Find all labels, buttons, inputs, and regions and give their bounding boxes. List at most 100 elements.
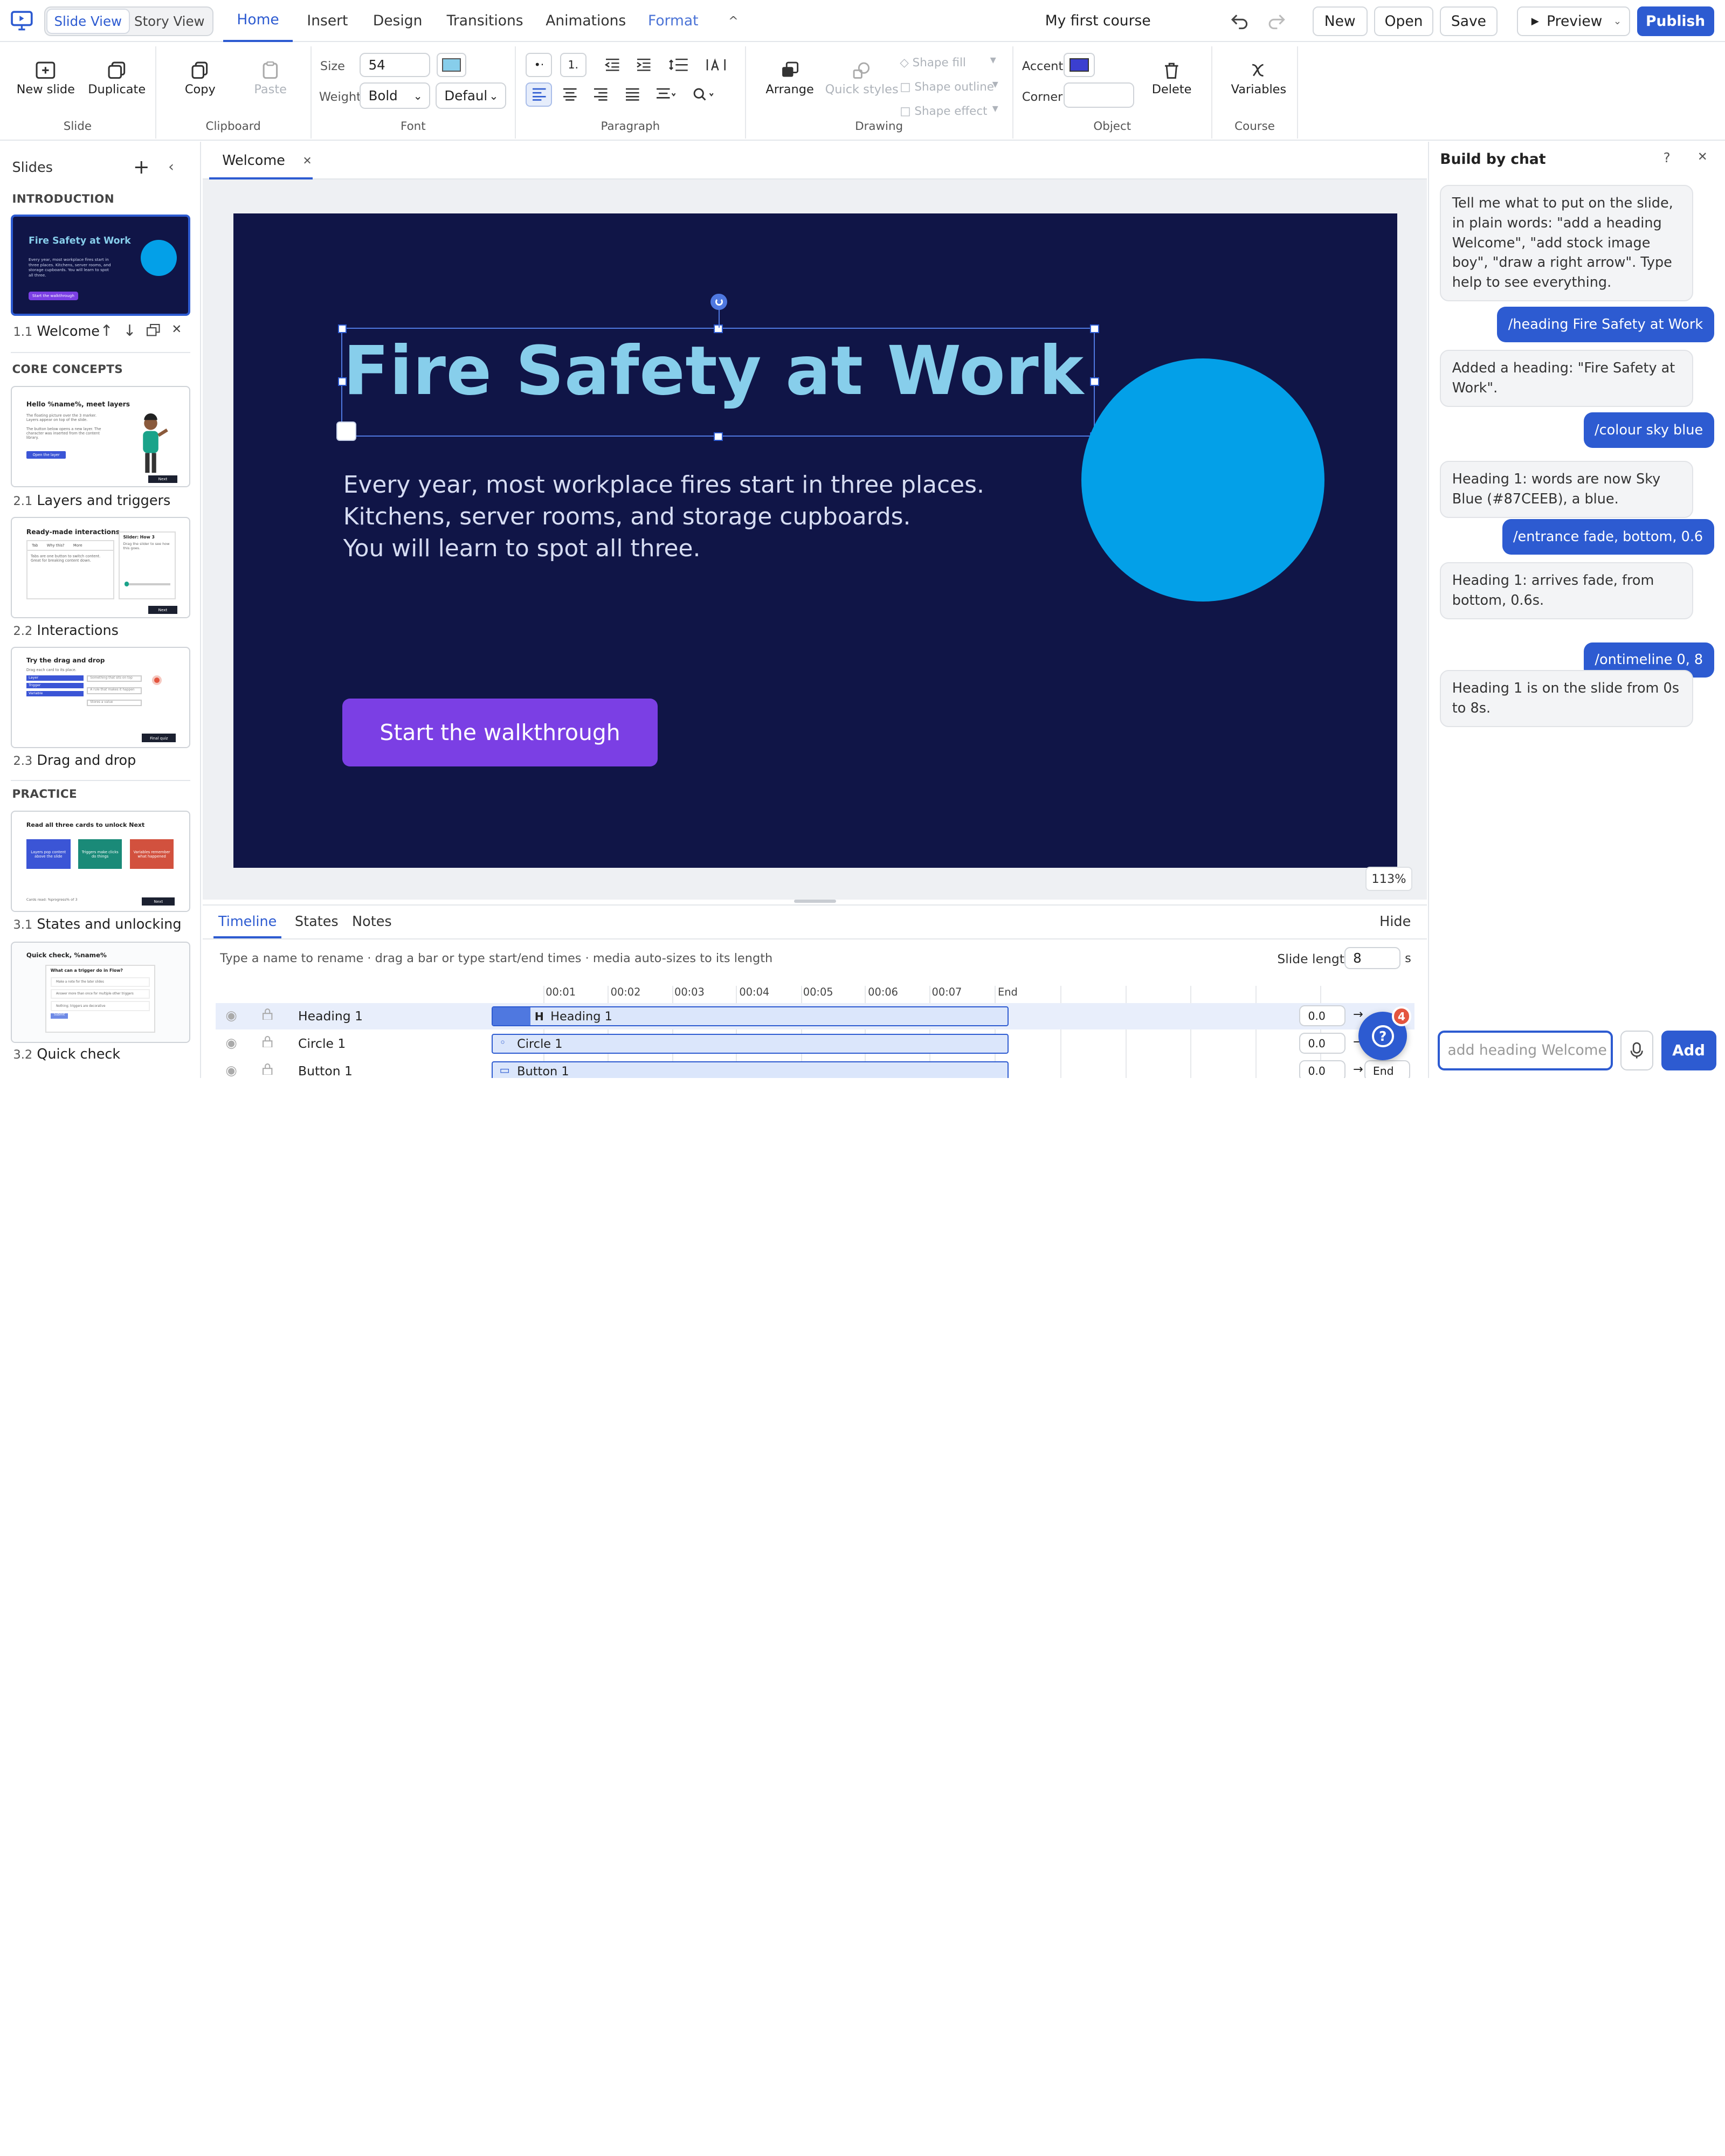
resize-handle[interactable] (1090, 377, 1099, 386)
arrange-button[interactable]: Arrange (765, 61, 814, 96)
tab-insert[interactable]: Insert (307, 0, 348, 42)
slide-thumb-quick-check[interactable]: Quick check, %name% What can a trigger d… (11, 941, 191, 1043)
slide-label-welcome[interactable]: 1.1 Welcome (13, 323, 100, 340)
slide-label-quick-check[interactable]: 3.2 Quick check (13, 1046, 120, 1062)
numbered-list-button[interactable]: 1. (560, 52, 586, 77)
shape-outline-button[interactable]: □ Shape outline ▼ (900, 80, 998, 94)
layer-name[interactable]: Button 1 (298, 1063, 353, 1078)
hide-timeline-button[interactable]: Hide (1379, 906, 1411, 938)
lock-icon[interactable] (262, 1062, 273, 1078)
slide-label-drag-drop[interactable]: 2.3 Drag and drop (13, 752, 136, 769)
find-icon[interactable] (690, 82, 716, 107)
lock-icon[interactable] (262, 1035, 273, 1051)
end-time-input[interactable]: End (1364, 1060, 1411, 1078)
collapse-panel-icon[interactable]: ‹ (168, 158, 174, 175)
vertical-align-icon[interactable] (652, 82, 679, 107)
layer-name[interactable]: Circle 1 (298, 1036, 346, 1051)
preview-button[interactable]: ▶ Preview ⌄ (1517, 6, 1631, 37)
add-button[interactable]: Add (1661, 1031, 1716, 1070)
close-icon[interactable]: ✕ (303, 154, 312, 167)
align-left-icon[interactable] (526, 82, 553, 107)
collapse-ribbon-icon[interactable]: ^ (728, 0, 739, 42)
indent-increase-icon[interactable] (630, 53, 657, 77)
resize-handle[interactable] (337, 324, 347, 334)
slide-thumb-welcome[interactable]: Fire Safety at Work Every year, most wor… (11, 214, 191, 316)
help-icon[interactable]: ? (1664, 150, 1671, 165)
timeline-row-button[interactable]: ◉ Button 1 ▭ Button 1 0.0 → End (216, 1058, 1414, 1078)
shape-effect-button[interactable]: □ Shape effect ▼ (900, 105, 998, 118)
slide-thumb-drag-drop[interactable]: Try the drag and drop Drag each card to … (11, 646, 191, 748)
slide-thumb-layers[interactable]: Hello %name%, meet layers The floating p… (11, 386, 191, 488)
tab-notes[interactable]: Notes (352, 906, 392, 938)
line-spacing-icon[interactable] (666, 53, 692, 77)
resize-grip[interactable] (794, 900, 836, 903)
align-justify-icon[interactable] (619, 82, 646, 107)
tab-format[interactable]: Format (648, 0, 698, 42)
eye-icon[interactable]: ◉ (225, 1007, 237, 1023)
slide-thumb-states[interactable]: Read all three cards to unlock Next Laye… (11, 811, 191, 912)
slide-label-layers[interactable]: 2.1 Layers and triggers (13, 493, 170, 509)
slide-label-interactions[interactable]: 2.2 Interactions (13, 623, 118, 639)
accent-color-picker[interactable] (1064, 52, 1095, 77)
lock-icon[interactable] (262, 1007, 273, 1024)
new-slide-button[interactable]: New slide (17, 61, 75, 96)
slide-button[interactable]: Start the walkthrough (342, 698, 658, 767)
new-button[interactable]: New (1312, 6, 1368, 37)
slide-body[interactable]: Every year, most workplace fires start i… (343, 469, 984, 564)
move-down-icon[interactable]: ↓ (123, 321, 136, 340)
slide-view-toggle[interactable]: Slide View (47, 10, 129, 33)
rotate-handle-icon[interactable] (710, 293, 727, 310)
variables-button[interactable]: Variables (1231, 61, 1286, 96)
duplicate-slide-icon[interactable] (146, 323, 161, 340)
timeline-row-circle[interactable]: ◉ Circle 1 ◦ Circle 1 0.0 → (216, 1031, 1414, 1057)
eye-icon[interactable]: ◉ (225, 1035, 237, 1051)
character-spacing-icon[interactable] (703, 53, 729, 77)
start-time-input[interactable]: 0.0 (1299, 1005, 1346, 1026)
start-time-input[interactable]: 0.0 (1299, 1060, 1346, 1078)
layer-name[interactable]: Heading 1 (298, 1008, 363, 1024)
save-button[interactable]: Save (1440, 6, 1498, 37)
font-family-select[interactable]: Defaul ⌄ (436, 82, 506, 109)
delete-button[interactable]: Delete (1152, 61, 1191, 96)
end-arrow[interactable]: → (1353, 1007, 1363, 1021)
tab-design[interactable]: Design (373, 0, 423, 42)
close-icon[interactable]: ✕ (1698, 150, 1708, 164)
resize-handle[interactable] (714, 432, 723, 441)
font-size-input[interactable]: 54 (360, 52, 430, 77)
align-center-icon[interactable] (557, 82, 583, 107)
timeline-bar-heading[interactable]: H Heading 1 (492, 1006, 1009, 1026)
paste-button[interactable]: Paste (254, 61, 287, 96)
timeline-bar-button[interactable]: ▭ Button 1 (492, 1061, 1009, 1078)
zoom-indicator[interactable]: 113% (1365, 867, 1413, 892)
corner-input[interactable] (1064, 82, 1135, 108)
copy-button[interactable]: Copy (185, 61, 216, 96)
move-up-icon[interactable]: ↑ (100, 321, 113, 340)
editor-tab-welcome[interactable]: Welcome ✕ (209, 144, 313, 179)
chat-input[interactable]: add heading Welcome to (1438, 1031, 1613, 1070)
duplicate-button[interactable]: Duplicate (88, 61, 146, 96)
redo-icon[interactable] (1266, 11, 1286, 34)
corner-handle[interactable] (336, 421, 357, 441)
slide-label-states[interactable]: 3.1 States and unlocking (13, 916, 181, 932)
tab-timeline[interactable]: Timeline (213, 906, 282, 938)
slide-thumb-interactions[interactable]: Ready-made interactions Tab Why this? More… (11, 517, 191, 618)
resize-handle[interactable] (1090, 324, 1099, 334)
resize-handle[interactable] (337, 377, 347, 386)
timeline-row-heading[interactable]: ◉ Heading 1 H Heading 1 0.0 → (215, 1003, 1415, 1030)
font-color-picker[interactable] (437, 52, 467, 77)
slide-circle[interactable] (1081, 358, 1325, 602)
story-view-toggle[interactable]: Story View (129, 10, 210, 33)
course-title[interactable]: My first course (1045, 0, 1151, 42)
undo-icon[interactable] (1230, 11, 1250, 34)
tab-transitions[interactable]: Transitions (447, 0, 523, 42)
font-weight-select[interactable]: Bold ⌄ (360, 82, 430, 109)
tab-animations[interactable]: Animations (546, 0, 626, 42)
eye-icon[interactable]: ◉ (225, 1062, 237, 1078)
slide-length-input[interactable]: 8 (1344, 947, 1400, 969)
bullet-list-icon[interactable]: •· (526, 52, 553, 77)
quick-styles-button[interactable]: Quick styles (825, 61, 899, 96)
align-right-icon[interactable] (588, 82, 614, 107)
open-button[interactable]: Open (1374, 6, 1434, 37)
timeline-bar-circle[interactable]: ◦ Circle 1 (492, 1034, 1009, 1054)
microphone-icon[interactable] (1620, 1031, 1654, 1070)
